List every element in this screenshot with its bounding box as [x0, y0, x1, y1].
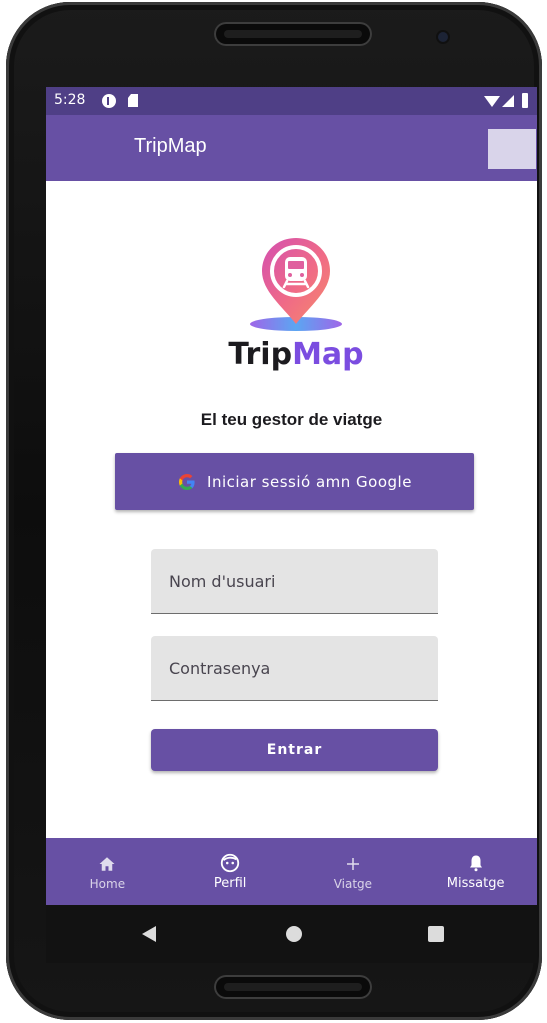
login-button-label: Entrar	[266, 742, 323, 758]
face-icon	[219, 852, 241, 874]
nav-label-viatge: Viatge	[333, 876, 373, 891]
plus-icon	[344, 853, 362, 875]
home-icon	[98, 853, 116, 875]
nav-label-missatge: Missatge	[446, 876, 505, 891]
top-speaker	[214, 22, 372, 46]
screen: 5:28 TripMap TripMap El teu gestor de vi…	[46, 87, 537, 963]
password-field[interactable]	[151, 636, 438, 701]
sd-card-icon	[128, 94, 138, 107]
password-input[interactable]	[151, 636, 438, 700]
nav-item-viatge[interactable]: Viatge	[292, 838, 415, 905]
avatar[interactable]	[488, 129, 536, 169]
status-bar: 5:28	[46, 87, 537, 115]
bottom-navigation: Home Perfil Viatge Missatge	[46, 838, 537, 905]
nav-item-perfil[interactable]: Perfil	[169, 838, 292, 905]
google-signin-button[interactable]: Iniciar sessió amn Google	[115, 453, 474, 510]
phone-frame: 5:28 TripMap TripMap El teu gestor de vi…	[6, 2, 542, 1020]
front-camera	[438, 32, 448, 42]
signal-icon	[502, 95, 514, 107]
app-bar: TripMap	[46, 115, 537, 181]
home-circle-icon[interactable]	[286, 926, 302, 942]
login-button[interactable]: Entrar	[151, 729, 438, 771]
app-title: TripMap	[134, 135, 207, 157]
wifi-icon	[484, 96, 500, 107]
tagline: El teu gestor de viatge	[200, 410, 383, 429]
logo-wordmark: TripMap	[228, 337, 363, 372]
nav-item-home[interactable]: Home	[46, 838, 169, 905]
status-time: 5:28	[54, 92, 86, 108]
username-input[interactable]	[151, 549, 438, 613]
nav-label-home: Home	[89, 876, 126, 891]
recents-icon[interactable]	[428, 926, 444, 942]
bell-icon	[467, 852, 485, 874]
back-icon[interactable]	[142, 926, 156, 942]
battery-icon	[522, 93, 528, 108]
google-icon	[179, 473, 195, 490]
notification-icon	[102, 94, 116, 108]
tripmap-logo: TripMap	[228, 238, 364, 372]
system-navigation-bar	[46, 905, 537, 963]
google-signin-label: Iniciar sessió amn Google	[207, 472, 412, 491]
nav-label-perfil: Perfil	[213, 876, 247, 891]
username-field[interactable]	[151, 549, 438, 614]
bottom-speaker	[214, 975, 372, 999]
nav-item-missatge[interactable]: Missatge	[414, 838, 537, 905]
